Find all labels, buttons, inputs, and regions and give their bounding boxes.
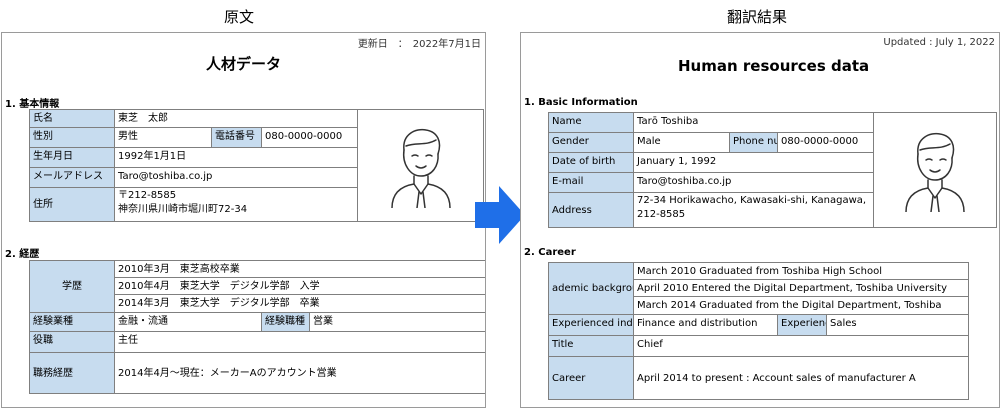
person-avatar-icon — [390, 128, 451, 208]
caption-translation: 翻訳結果 — [727, 8, 788, 26]
address-line-1: 〒212-8585 — [118, 190, 177, 201]
name-label: Name — [548, 112, 634, 133]
address-label: 住所 — [29, 187, 115, 222]
translated-document: Updated : July 1, 2022 Human resources d… — [520, 32, 1000, 408]
gender-label: Gender — [548, 132, 634, 153]
industry-value: Finance and distribution — [633, 314, 778, 336]
education-item: 2014年3月 東芝大学 デジタル学部 卒業 — [114, 294, 485, 313]
industry-label: Experienced indu — [548, 314, 634, 336]
work-history-label: 職務経歴 — [29, 352, 115, 394]
photo-frame — [357, 109, 484, 222]
photo-frame — [873, 112, 997, 228]
work-history-value: 2014年4月～現在：メーカーAのアカウント営業 — [114, 352, 485, 394]
email-label: E-mail — [548, 172, 634, 193]
industry-value: 金融・流通 — [114, 312, 262, 332]
phone-value: 080-0000-0000 — [777, 132, 874, 153]
name-value: Tarō Toshiba — [633, 112, 874, 133]
address-label: Address — [548, 192, 634, 228]
phone-value: 080-0000-0000 — [261, 127, 358, 148]
updated-date: 更新日 ： 2022年7月1日 — [357, 39, 481, 50]
section-career: 2. 経歴 — [5, 249, 40, 260]
email-label: メールアドレス — [29, 167, 115, 188]
section-basic-info: 1. 基本情報 — [5, 99, 60, 110]
right-arrow-icon — [475, 186, 525, 244]
position-value: Chief — [633, 335, 969, 357]
address-value: 〒212-8585 神奈川県川崎市堀川町72-34 — [114, 187, 358, 222]
email-value: Taro@toshiba.co.jp — [114, 167, 358, 188]
caption-original: 原文 — [224, 8, 255, 26]
email-value: Taro@toshiba.co.jp — [633, 172, 874, 193]
gender-label: 性別 — [29, 127, 115, 148]
original-document: 更新日 ： 2022年7月1日 人材データ 1. 基本情報 氏名 東芝 太郎 性… — [1, 32, 486, 408]
work-history-label: Career — [548, 356, 634, 400]
education-item: March 2014 Graduated from the Digital De… — [633, 296, 969, 315]
phone-label: Phone nu — [729, 132, 778, 153]
position-label: Title — [548, 335, 634, 357]
document-title: 人材データ — [206, 55, 282, 73]
section-basic-info: 1. Basic Information — [524, 97, 638, 108]
work-history-value: April 2014 to present : Account sales of… — [633, 356, 969, 400]
education-item: March 2010 Graduated from Toshiba High S… — [633, 262, 969, 280]
job-type-label: 経験職種 — [261, 312, 310, 332]
gender-value: 男性 — [114, 127, 212, 148]
job-type-label: Experienc — [777, 314, 827, 336]
document-title: Human resources data — [678, 57, 870, 75]
dob-value: January 1, 1992 — [633, 152, 874, 173]
dob-value: 1992年1月1日 — [114, 147, 358, 168]
position-label: 役職 — [29, 331, 115, 353]
industry-label: 経験業種 — [29, 312, 115, 332]
education-item: 2010年4月 東芝大学 デジタル学部 入学 — [114, 277, 485, 295]
education-label: ademic backgrou — [548, 262, 634, 315]
name-value: 東芝 太郎 — [114, 109, 358, 128]
updated-date: Updated : July 1, 2022 — [883, 37, 995, 48]
job-type-value: Sales — [826, 314, 969, 336]
name-label: 氏名 — [29, 109, 115, 128]
education-label: 学歴 — [29, 260, 115, 313]
education-item: 2010年3月 東芝高校卒業 — [114, 260, 485, 278]
dob-label: Date of birth — [548, 152, 634, 173]
education-item: April 2010 Entered the Digital Departmen… — [633, 279, 969, 297]
gender-value: Male — [633, 132, 730, 153]
address-line-2: 神奈川県川崎市堀川町72-34 — [118, 204, 248, 215]
position-value: 主任 — [114, 331, 485, 353]
address-value: 72-34 Horikawacho, Kawasaki-shi, Kanagaw… — [633, 192, 874, 228]
dob-label: 生年月日 — [29, 147, 115, 168]
job-type-value: 営業 — [309, 312, 485, 332]
phone-label: 電話番号 — [211, 127, 262, 148]
person-avatar-icon — [905, 132, 965, 212]
section-career: 2. Career — [524, 247, 576, 258]
